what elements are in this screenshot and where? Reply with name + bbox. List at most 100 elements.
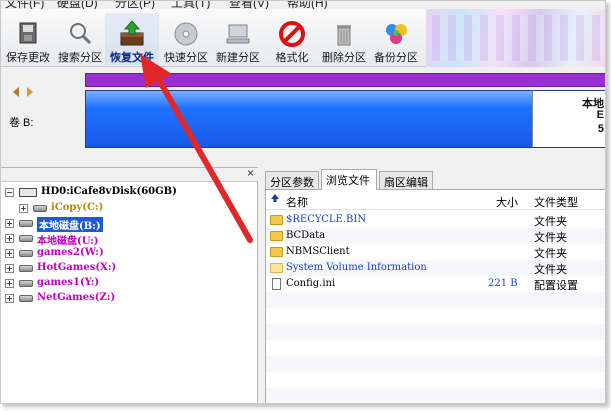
segment-line2: E — [596, 109, 604, 121]
folder-icon — [270, 247, 283, 257]
recovery-box-icon — [120, 20, 144, 46]
expand-icon[interactable]: + — [5, 234, 14, 243]
partition-bar[interactable]: 本地 E 5 — [85, 90, 605, 148]
quick-partition-disc-icon — [174, 22, 198, 46]
partition-drive-icon — [19, 220, 33, 227]
blurred-ad-region — [426, 9, 605, 67]
delete-partition-button[interactable]: 删除分区 — [317, 13, 371, 65]
tree-panel-header: × — [1, 166, 258, 182]
expand-icon[interactable]: + — [5, 279, 14, 288]
tree-partition-label: 本地磁盘(B:) — [37, 217, 103, 232]
collapse-icon[interactable]: − — [5, 188, 14, 197]
search-partition-label: 搜索分区 — [58, 52, 102, 64]
file-name: NBMSClient — [286, 246, 350, 257]
row-stripe — [266, 324, 605, 340]
menu-bar: 文件(F) 硬盘(D) 分区(P) 工具(T) 查看(V) 帮助(H) — [1, 1, 431, 9]
file-name: System Volume Information — [286, 262, 427, 273]
menu-disk[interactable]: 硬盘(D) — [57, 1, 98, 9]
file-icon — [272, 278, 281, 290]
new-partition-button[interactable]: 新建分区 — [211, 13, 265, 65]
file-name: Config.ini — [286, 278, 336, 289]
save-changes-label: 保存更改 — [6, 52, 50, 64]
quick-partition-button[interactable]: 快速分区 — [159, 13, 213, 65]
backup-colorful-icon — [386, 24, 407, 44]
expand-icon[interactable]: + — [5, 294, 14, 303]
menu-view[interactable]: 查看(V) — [229, 1, 269, 9]
disk-nav-arrows[interactable] — [11, 86, 35, 101]
format-button[interactable]: 格式化 — [265, 13, 319, 65]
partition-drive-icon — [19, 250, 33, 257]
partition-drive-icon — [19, 235, 33, 242]
disk-top-bar[interactable] — [85, 73, 605, 87]
expand-icon[interactable]: + — [19, 204, 28, 213]
magnifier-icon — [70, 23, 92, 45]
expand-icon[interactable]: + — [5, 264, 14, 273]
file-row[interactable]: BCData 文件夹 — [266, 228, 605, 244]
row-stripe — [266, 292, 605, 308]
column-type[interactable]: 文件类型 — [534, 194, 578, 210]
tree-disk-label: HD0:iCafe8vDisk(60GB) — [41, 186, 177, 197]
file-type: 文件夹 — [534, 264, 567, 276]
folder-icon — [270, 263, 283, 273]
new-partition-label: 新建分区 — [216, 52, 260, 64]
file-type: 文件夹 — [534, 216, 567, 228]
file-size: 221 B — [488, 278, 518, 289]
partition-drive-icon — [19, 295, 33, 302]
volume-label: 卷 B: — [9, 117, 34, 129]
tree-partition-label: HotGames(X:) — [37, 262, 117, 273]
menu-help[interactable]: 帮助(H) — [287, 1, 328, 9]
file-type: 配置设置 — [534, 280, 578, 292]
file-row[interactable]: NBMSClient 文件夹 — [266, 244, 605, 260]
segment-line3: 5 — [597, 123, 604, 135]
menu-file[interactable]: 文件(F) — [5, 1, 44, 9]
quick-partition-label: 快速分区 — [164, 52, 208, 64]
folder-icon — [270, 231, 283, 241]
prev-next-arrows-icon[interactable] — [11, 86, 35, 98]
search-partition-button[interactable]: 搜索分区 — [53, 13, 107, 65]
file-row[interactable]: $RECYCLE.BIN 文件夹 — [266, 212, 605, 228]
backup-partition-button[interactable]: 备份分区 — [369, 13, 423, 65]
file-type: 文件夹 — [534, 248, 567, 260]
save-disk-icon — [19, 22, 37, 44]
file-list-header: 名称 大小 文件类型 — [266, 190, 605, 210]
file-row[interactable]: System Volume Information 文件夹 — [266, 260, 605, 276]
tree-partition-label: 本地磁盘(U:) — [37, 236, 99, 247]
up-arrow-icon[interactable] — [270, 193, 280, 206]
tree-partition-label: games1(Y:) — [37, 277, 100, 288]
partition-drive-icon — [19, 280, 33, 287]
row-stripe — [266, 388, 605, 403]
tree-partition-label: games2(W:) — [37, 247, 104, 258]
tab-sector-edit[interactable]: 扇区编辑 — [379, 171, 433, 189]
delete-partition-label: 删除分区 — [322, 52, 366, 64]
expand-icon[interactable]: + — [5, 219, 14, 228]
recover-files-label: 恢复文件 — [110, 52, 154, 64]
disk-tree-panel: × − HD0:iCafe8vDisk(60GB) + iCopy(C:) + 本地磁盘(… — [1, 166, 258, 403]
expand-icon[interactable]: + — [5, 249, 14, 258]
partition-drive-icon — [33, 205, 47, 212]
tree-partition-label: NetGames(Z:) — [37, 292, 116, 303]
close-icon[interactable]: × — [247, 166, 254, 180]
backup-partition-label: 备份分区 — [374, 52, 418, 64]
save-changes-button[interactable]: 保存更改 — [1, 13, 55, 65]
tree-partition-label: iCopy(C:) — [51, 202, 104, 213]
toolbar: 保存更改 搜索分区 恢复文件 快速分区 新建分区 格式化 删除分区 备份分区 — [1, 9, 605, 67]
hard-disk-icon — [19, 188, 37, 197]
menu-tools[interactable]: 工具(T) — [171, 1, 210, 9]
file-row[interactable]: Config.ini 221 B 配置设置 — [266, 276, 605, 292]
tab-partition-params[interactable]: 分区参数 — [265, 171, 319, 189]
file-list: 名称 大小 文件类型 $RECYCLE.BIN 文件夹 BCData 文件夹 NBMSC… — [265, 189, 605, 403]
app-window: 文件(F) 硬盘(D) 分区(P) 工具(T) 查看(V) 帮助(H) 保存更改… — [0, 0, 606, 404]
menu-partition[interactable]: 分区(P) — [115, 1, 155, 9]
folder-icon — [270, 215, 283, 225]
new-partition-computer-icon — [226, 24, 250, 44]
file-name: BCData — [286, 230, 326, 241]
disk-map-area: 卷 B: 本地 E 5 — [1, 68, 605, 156]
tab-browse-files[interactable]: 浏览文件 — [321, 169, 377, 190]
format-forbid-icon — [279, 21, 305, 47]
column-size[interactable]: 大小 — [496, 194, 518, 210]
file-type: 文件夹 — [534, 232, 567, 244]
column-name[interactable]: 名称 — [286, 194, 308, 210]
recover-files-button[interactable]: 恢复文件 — [105, 13, 159, 65]
partition-segment-right[interactable]: 本地 E 5 — [532, 91, 605, 147]
trash-can-icon — [337, 25, 351, 46]
